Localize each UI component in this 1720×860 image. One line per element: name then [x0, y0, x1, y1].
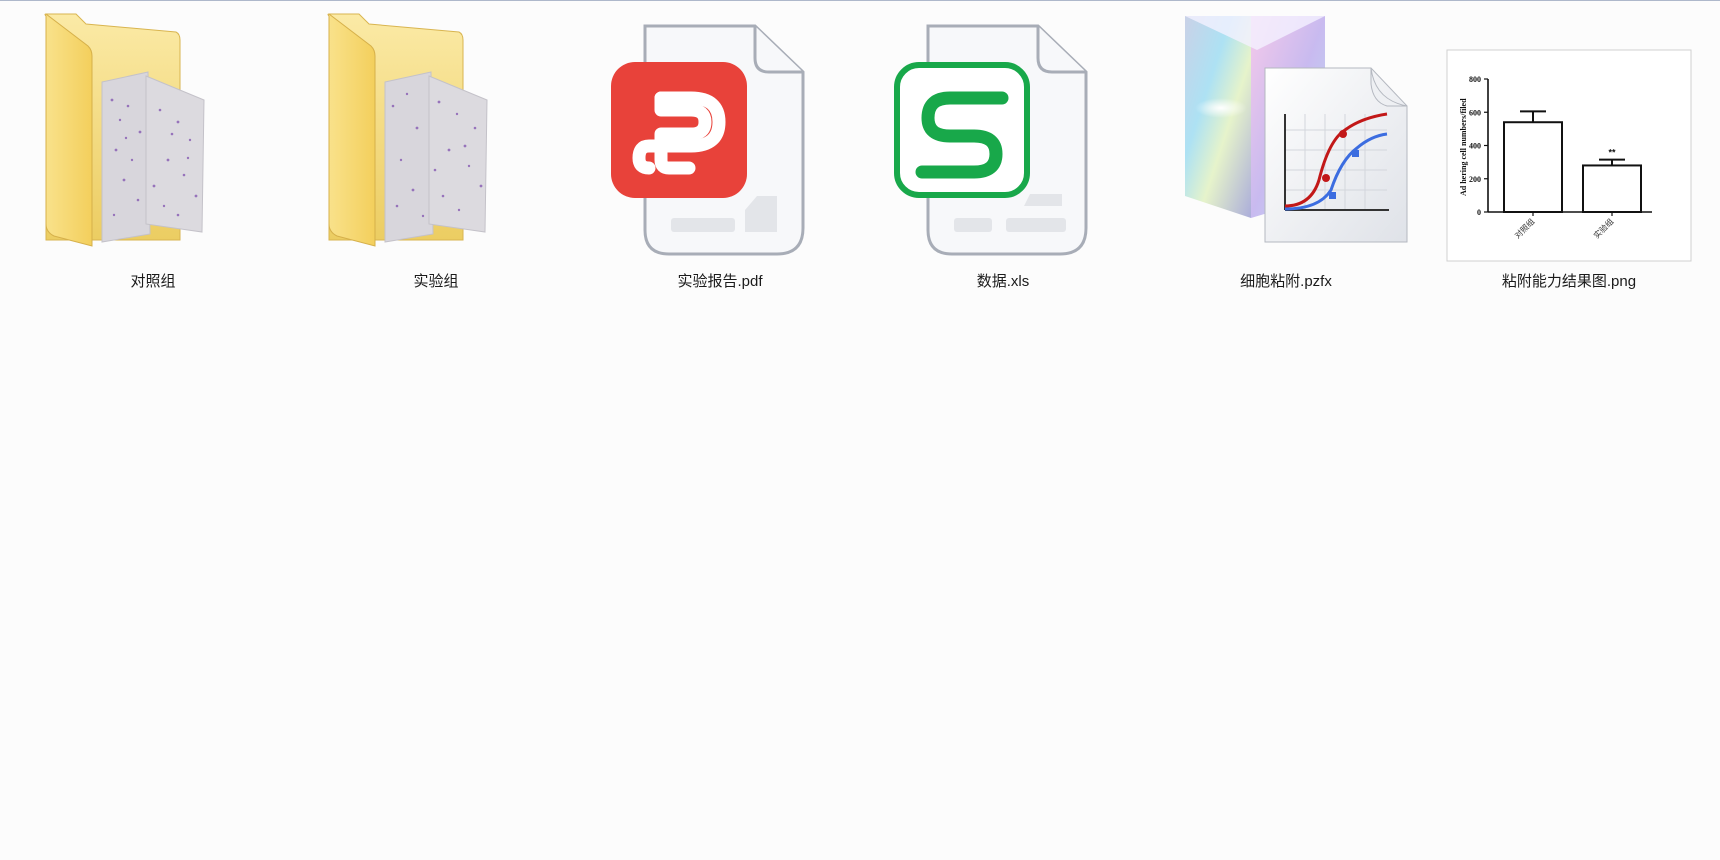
file-name-label: 数据.xls	[976, 273, 1030, 290]
file-name-label: 实验组	[413, 273, 459, 290]
file-name-label: 对照组	[130, 273, 176, 290]
y-tick-label: 400	[1469, 142, 1481, 151]
wps-spreadsheet-icon	[878, 10, 1128, 265]
significance-annotation: **	[1608, 148, 1616, 158]
bar	[1582, 164, 1642, 213]
file-grid: 对照组 实验组 实验报告.pdf 数据.xls 细胞粘附.pzfx Ad her…	[0, 0, 1720, 300]
folder-icon	[311, 10, 561, 265]
file-name-label: 粘附能力结果图.png	[1501, 273, 1637, 290]
file-item-pdf[interactable]: 实验报告.pdf	[595, 10, 845, 300]
image-thumbnail: Ad hering cell numbers/filed 0 200 400 600 8…	[1444, 10, 1694, 265]
y-tick-label: 600	[1469, 108, 1481, 117]
folder-item-control[interactable]: 对照组	[28, 10, 278, 300]
y-axis-label: Ad hering cell numbers/filed	[1459, 98, 1468, 196]
wps-pdf-icon	[595, 10, 845, 265]
y-tick-label: 200	[1469, 175, 1481, 184]
folder-item-experiment[interactable]: 实验组	[311, 10, 561, 300]
file-item-pzfx[interactable]: 细胞粘附.pzfx	[1161, 10, 1411, 300]
bar	[1503, 121, 1563, 213]
file-name-label: 细胞粘附.pzfx	[1240, 273, 1332, 290]
file-item-xls[interactable]: 数据.xls	[878, 10, 1128, 300]
graphpad-prism-icon	[1161, 10, 1411, 265]
file-name-label: 实验报告.pdf	[677, 273, 763, 290]
file-item-png[interactable]: Ad hering cell numbers/filed 0 200 400 600 8…	[1444, 10, 1694, 300]
y-tick-label: 800	[1469, 75, 1481, 84]
y-tick-label: 0	[1477, 208, 1481, 217]
folder-icon	[28, 10, 278, 265]
thumbnail-frame	[1446, 49, 1692, 262]
